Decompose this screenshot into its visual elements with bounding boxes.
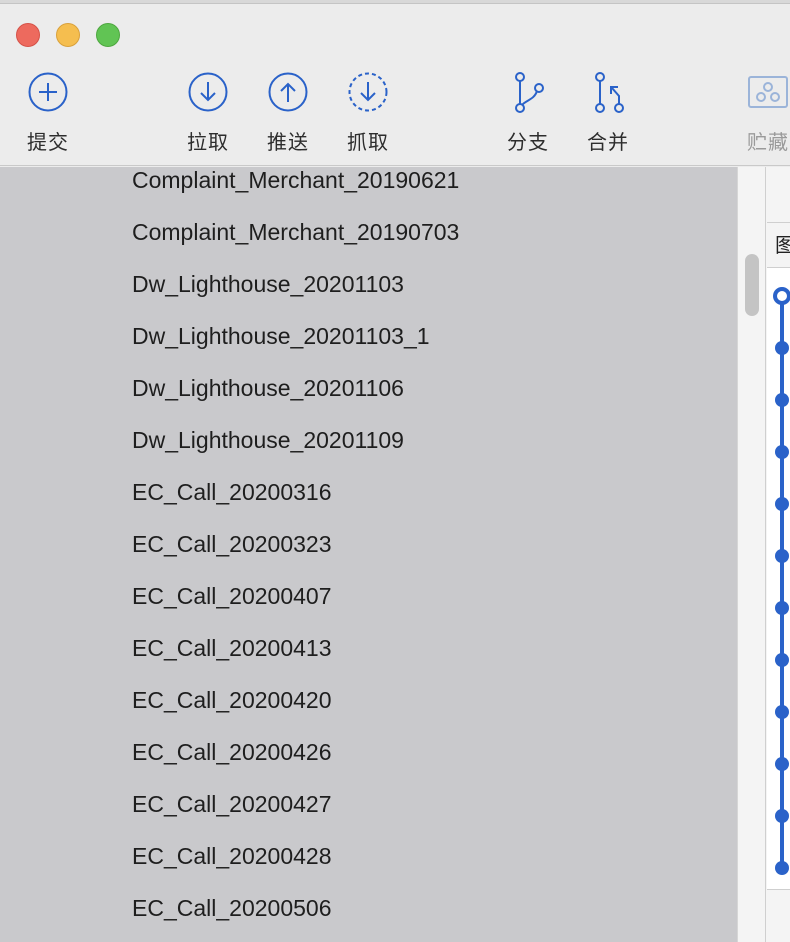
git-branch-icon	[515, 72, 544, 113]
commit-node[interactable]	[775, 757, 789, 771]
commit-node[interactable]	[775, 809, 789, 823]
fetch-button[interactable]: 抓取	[328, 70, 408, 160]
sidebar-branch-item[interactable]: Dw_Lighthouse_20201103_1	[132, 316, 430, 356]
fetch-label: 抓取	[347, 130, 389, 154]
minimize-window-button[interactable]	[56, 23, 80, 47]
sidebar-branch-item[interactable]: EC_Call_20200407	[132, 576, 332, 616]
commit-node[interactable]	[775, 601, 789, 615]
stash-label: 贮藏	[747, 130, 789, 154]
sidebar-scrollbar-thumb[interactable]	[745, 254, 759, 316]
zoom-window-button[interactable]	[96, 23, 120, 47]
git-merge-icon	[595, 72, 624, 113]
branch-button[interactable]: 分支	[488, 70, 568, 160]
commit-node[interactable]	[775, 861, 789, 875]
sidebar-branch-item[interactable]: Dw_Lighthouse_20201109	[132, 420, 404, 460]
merge-label: 合并	[587, 130, 629, 154]
push-label: 推送	[267, 130, 309, 154]
commit-node[interactable]	[775, 497, 789, 511]
sidebar-branch-item[interactable]: EC_Call_20200323	[132, 524, 332, 564]
commit-node[interactable]	[775, 549, 789, 563]
stash-box-icon	[748, 76, 788, 108]
arrow-down-circle-icon	[188, 72, 228, 112]
merge-button[interactable]: 合并	[568, 70, 648, 160]
commit-node[interactable]	[775, 705, 789, 719]
branch-label: 分支	[507, 130, 549, 154]
sidebar-branch-item[interactable]: Dw_Lighthouse_20201106	[132, 368, 404, 408]
sidebar-branch-item[interactable]: EC_Call_20200420	[132, 680, 332, 720]
commit-graph-svg	[773, 287, 790, 875]
history-column-header[interactable]: 图	[767, 222, 790, 268]
sidebar-branch-item[interactable]: EC_Call_20200316	[132, 472, 332, 512]
sidebar-branch-item[interactable]: EC_Call_20200506	[132, 888, 332, 928]
commit-node[interactable]	[775, 341, 789, 355]
pull-label: 拉取	[187, 130, 229, 154]
app-window: 提交 拉取 推送 抓取 分支 合并 贮藏 Complaint_Merchant_…	[0, 4, 790, 942]
fetch-dashed-circle-icon	[348, 72, 388, 112]
sidebar-branch-item[interactable]: Complaint_Merchant_20190703	[132, 212, 459, 252]
sidebar-branch-item[interactable]: Dw_Lighthouse_20201103	[132, 264, 404, 304]
sidebar-branch-item[interactable]: EC_Call_20200427	[132, 784, 332, 824]
arrow-up-circle-icon	[268, 72, 308, 112]
commit-node[interactable]	[775, 653, 789, 667]
pull-button[interactable]: 拉取	[168, 70, 248, 160]
commit-node[interactable]	[775, 393, 789, 407]
sidebar-branch-item[interactable]: EC_Call_20200428	[132, 836, 332, 876]
commit-label: 提交	[27, 130, 69, 154]
toolbar: 提交 拉取 推送 抓取 分支 合并 贮藏	[0, 4, 790, 166]
sidebar-branch-item[interactable]: Complaint_Merchant_20190621	[132, 167, 459, 200]
commit-button[interactable]: 提交	[8, 70, 88, 160]
branch-list: Complaint_Merchant_20190621 Complaint_Mer…	[0, 167, 737, 942]
sidebar-branch-item[interactable]: EC_Call_20200426	[132, 732, 332, 772]
stash-button[interactable]: 贮藏	[728, 70, 790, 160]
plus-circle-icon	[28, 72, 68, 112]
close-window-button[interactable]	[16, 23, 40, 47]
sidebar-branch-item[interactable]: EC_Call_20200413	[132, 628, 332, 668]
commit-graph	[767, 268, 790, 890]
commit-node[interactable]	[773, 287, 790, 305]
push-button[interactable]: 推送	[248, 70, 328, 160]
commit-node[interactable]	[775, 445, 789, 459]
